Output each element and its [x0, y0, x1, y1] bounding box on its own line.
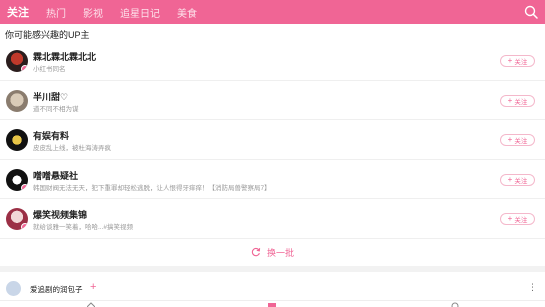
top-tab-bar: 关注 热门 影视 追星日记 美食: [0, 0, 545, 24]
plus-icon: +: [507, 214, 513, 223]
tab-hot[interactable]: 热门: [46, 5, 66, 20]
plus-icon: +: [507, 95, 513, 105]
user-name[interactable]: 噌噌悬疑社: [33, 169, 78, 182]
search-icon[interactable]: [524, 5, 538, 19]
following-nav-icon[interactable]: [268, 302, 276, 307]
list-item[interactable]: 霖北霖北霖北北 小红书同名 + 关注: [0, 41, 545, 81]
list-item[interactable]: 半川甜♡ 道不同不相为谋 + 关注: [0, 81, 545, 120]
post-author-name[interactable]: 爱追剧的润包子: [30, 284, 83, 295]
avatar[interactable]: [6, 129, 28, 151]
plus-icon: +: [507, 56, 513, 65]
list-item[interactable]: 爆笑视频集锦 就给谈雅一笑着，哈哈...#搞笑视频 + 关注: [0, 199, 545, 239]
user-description: 皮皮乱上线，被杜海涛弄疯: [33, 145, 111, 152]
user-description: 韩国财阀无法无天，犯下重罪却轻松逃脱，让人恨得牙痒痒！【消防局兽警察局7】: [33, 184, 271, 192]
plus-icon: +: [507, 135, 513, 144]
refresh-label: 换一批: [266, 247, 294, 258]
recommend-list: 霖北霖北霖北北 小红书同名 + 关注 半川甜♡ 道不同不相为谋 + 关注 有娱有料 …: [0, 41, 545, 239]
user-name[interactable]: 有娱有料: [33, 129, 69, 142]
feed-post-header: 爱追剧的润包子 + ⋮: [0, 276, 545, 300]
tab-star-diary[interactable]: 追星日记: [120, 5, 160, 20]
plus-icon: +: [507, 174, 513, 184]
follow-button[interactable]: + 关注: [500, 173, 535, 186]
recommend-heading: 你可能感兴趣的UP主: [5, 30, 90, 40]
profile-nav-icon[interactable]: [451, 302, 459, 307]
avatar[interactable]: [6, 89, 28, 112]
follow-button[interactable]: + 关注: [500, 94, 535, 107]
tab-movies[interactable]: 影视: [83, 5, 103, 20]
tab-food[interactable]: 美食: [177, 5, 197, 20]
user-description: 小红书同名: [33, 66, 66, 73]
follow-button[interactable]: + 关注: [500, 213, 535, 225]
refresh-icon: [251, 247, 261, 257]
avatar[interactable]: [6, 168, 28, 191]
follow-button[interactable]: + 关注: [500, 134, 535, 146]
list-item[interactable]: 噌噌悬疑社 韩国财阀无法无天，犯下重罪却轻松逃脱，让人恨得牙痒痒！【消防局兽警察…: [0, 160, 545, 199]
home-nav-icon[interactable]: [87, 302, 95, 307]
user-name[interactable]: 霖北霖北霖北北: [33, 50, 96, 63]
user-description: 就给谈雅一笑着，哈哈...#搞笑视频: [33, 224, 134, 231]
avatar[interactable]: [6, 208, 28, 230]
bottom-nav: [0, 300, 545, 307]
avatar[interactable]: [6, 281, 21, 296]
tab-follow[interactable]: 关注: [7, 4, 29, 20]
follow-button[interactable]: + 关注: [500, 55, 535, 67]
divider: [0, 266, 545, 272]
verified-badge-icon: [21, 65, 28, 72]
verified-badge-icon: [21, 223, 28, 230]
list-item[interactable]: 有娱有料 皮皮乱上线，被杜海涛弄疯 + 关注: [0, 120, 545, 160]
refresh-button[interactable]: 换一批: [0, 240, 545, 264]
avatar[interactable]: [6, 50, 28, 72]
user-name[interactable]: 爆笑视频集锦: [33, 208, 87, 221]
user-name[interactable]: 半川甜♡: [33, 90, 68, 103]
more-options-icon[interactable]: ⋮: [528, 282, 537, 293]
user-description: 道不同不相为谋: [33, 105, 79, 113]
follow-plus-icon[interactable]: +: [90, 281, 96, 293]
verified-badge-icon: [21, 183, 28, 191]
